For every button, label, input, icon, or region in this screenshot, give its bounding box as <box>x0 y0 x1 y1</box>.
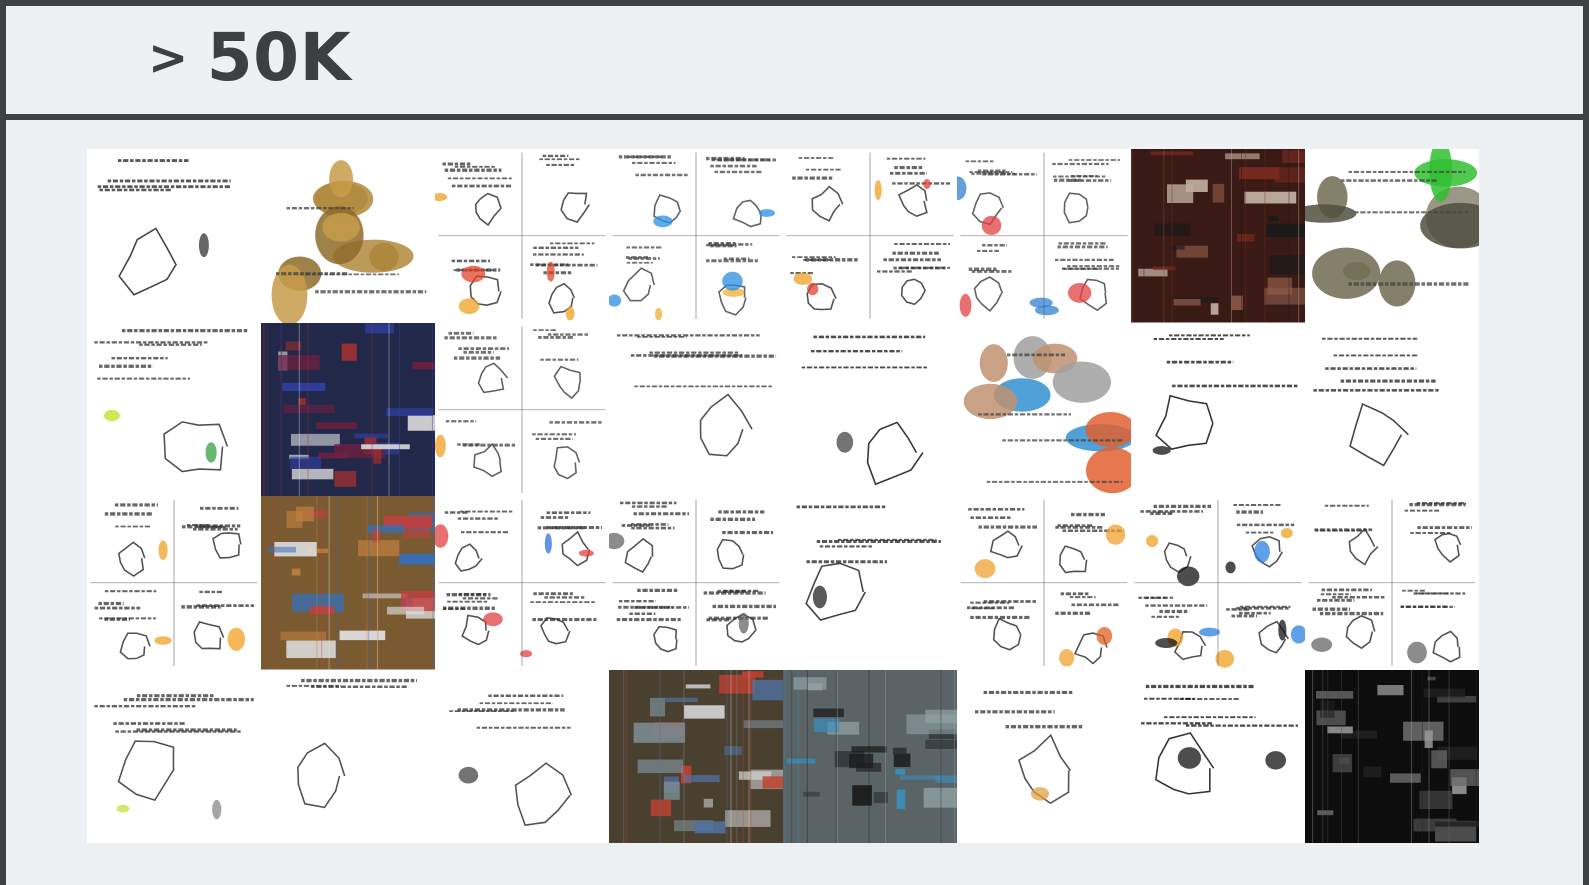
sample-thumbnail-image <box>609 669 783 843</box>
sample-thumbnail-image <box>957 322 1131 496</box>
sample-thumbnail-image <box>957 669 1131 843</box>
sample-thumbnail-image <box>87 149 261 323</box>
sample-thumbnail-image <box>261 149 435 323</box>
sample-thumbnail <box>1305 149 1479 323</box>
sample-thumbnail <box>87 322 261 496</box>
sample-thumbnail-image <box>261 669 435 843</box>
sample-thumbnail-image <box>261 322 435 496</box>
sample-thumbnail <box>1131 149 1305 323</box>
sample-thumbnail-image <box>783 496 957 670</box>
sample-thumbnail <box>261 496 435 670</box>
sample-thumbnail-image <box>1131 496 1305 670</box>
sample-image-grid <box>87 149 1479 843</box>
sample-thumbnail-image <box>87 496 261 670</box>
sample-thumbnail-image <box>1131 322 1305 496</box>
sample-thumbnail-image <box>1131 669 1305 843</box>
sample-thumbnail-image <box>1305 149 1479 323</box>
sample-thumbnail <box>261 322 435 496</box>
sample-thumbnail <box>609 669 783 843</box>
page-title: >50K <box>148 20 351 96</box>
sample-thumbnail <box>87 496 261 670</box>
sample-thumbnail-image <box>261 496 435 670</box>
sample-thumbnail <box>435 149 609 323</box>
sample-thumbnail <box>609 496 783 670</box>
sample-thumbnail-image <box>1305 669 1479 843</box>
title-value: 50K <box>206 19 352 96</box>
sample-thumbnail <box>1131 322 1305 496</box>
sample-thumbnail <box>1131 496 1305 670</box>
sample-thumbnail-image <box>435 669 609 843</box>
sample-thumbnail <box>435 496 609 670</box>
sample-thumbnail <box>783 322 957 496</box>
sample-thumbnail <box>957 322 1131 496</box>
sample-thumbnail <box>609 149 783 323</box>
sample-thumbnail-image <box>87 322 261 496</box>
sample-thumbnail <box>783 496 957 670</box>
sample-thumbnail-image <box>783 322 957 496</box>
sample-thumbnail-image <box>435 496 609 670</box>
sample-thumbnail <box>1305 322 1479 496</box>
sample-thumbnail-image <box>1305 496 1479 670</box>
sample-thumbnail <box>1305 496 1479 670</box>
sample-thumbnail-image <box>609 496 783 670</box>
sample-thumbnail-image <box>435 322 609 496</box>
sample-thumbnail <box>957 149 1131 323</box>
sample-thumbnail <box>87 149 261 323</box>
sample-thumbnail <box>87 669 261 843</box>
sample-thumbnail <box>261 149 435 323</box>
sample-thumbnail-image <box>783 669 957 843</box>
sample-thumbnail-image <box>957 496 1131 670</box>
sample-thumbnail <box>783 149 957 323</box>
sample-thumbnail <box>783 669 957 843</box>
sample-thumbnail <box>435 322 609 496</box>
title-comparator: > <box>148 30 189 86</box>
sample-thumbnail-image <box>957 149 1131 323</box>
sample-thumbnail <box>609 322 783 496</box>
sample-thumbnail <box>957 496 1131 670</box>
page: >50K <box>0 0 1589 885</box>
sample-thumbnail-image <box>783 149 957 323</box>
sample-thumbnail <box>1305 669 1479 843</box>
sample-thumbnail <box>1131 669 1305 843</box>
sample-thumbnail <box>435 669 609 843</box>
sample-thumbnail <box>957 669 1131 843</box>
header-bar: >50K <box>6 6 1583 120</box>
sample-thumbnail-image <box>87 669 261 843</box>
sample-thumbnail-image <box>1305 322 1479 496</box>
sample-thumbnail-image <box>1131 149 1305 323</box>
sample-thumbnail <box>261 669 435 843</box>
sample-thumbnail-image <box>609 322 783 496</box>
sample-thumbnail-image <box>609 149 783 323</box>
sample-thumbnail-image <box>435 149 609 323</box>
